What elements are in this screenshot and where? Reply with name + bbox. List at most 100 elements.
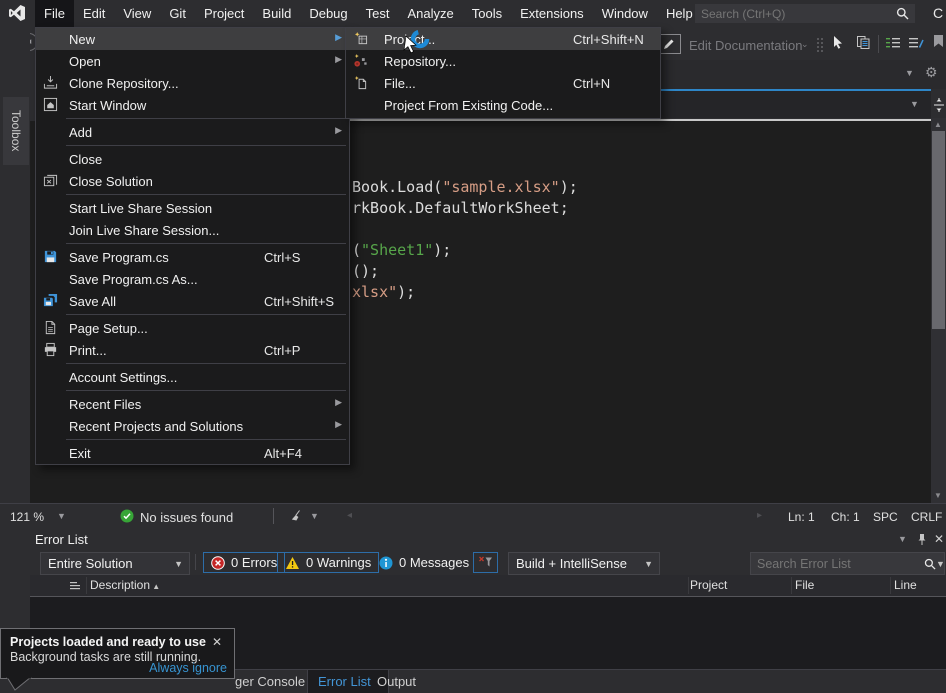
menu-item-shortcut: Ctrl+P [264, 343, 300, 358]
menu-item-add[interactable]: Add▶ [36, 121, 349, 143]
scroll-up-icon[interactable]: ▲ [934, 120, 942, 129]
severity-column-icon[interactable] [70, 579, 81, 597]
menu-item-new[interactable]: New▶ [36, 28, 349, 50]
comment-lines-icon[interactable] [909, 37, 924, 55]
menu-item-file[interactable]: File...Ctrl+N [346, 72, 660, 94]
menu-item-start-window[interactable]: Start Window [36, 94, 349, 116]
chevron-down-icon[interactable]: ▼ [910, 99, 919, 109]
menubar-item-edit[interactable]: Edit [74, 0, 114, 27]
menu-item-page-setup[interactable]: Page Setup... [36, 317, 349, 339]
errors-filter-button[interactable]: 0 Errors [203, 552, 285, 573]
close-notification-icon[interactable]: ✕ [212, 635, 222, 649]
menu-item-shortcut: Ctrl+Shift+N [573, 32, 644, 47]
selection-cursor-icon[interactable] [831, 35, 845, 54]
chevron-down-icon[interactable]: ▼ [936, 559, 946, 569]
gear-icon[interactable]: ⚙ [925, 64, 938, 81]
zoom-chevron-icon[interactable]: ▼ [57, 511, 66, 521]
menu-item-save-all[interactable]: Save AllCtrl+Shift+S [36, 290, 349, 312]
menubar-item-build[interactable]: Build [253, 0, 300, 27]
scope-dropdown[interactable]: Entire Solution▼ [40, 552, 190, 575]
menubar-item-git[interactable]: Git [160, 0, 195, 27]
column-header-file[interactable]: File [795, 578, 814, 592]
column-divider[interactable] [890, 577, 891, 594]
toolbar-grip[interactable] [816, 37, 824, 53]
bookmark-icon[interactable] [933, 34, 944, 53]
filter-button[interactable] [473, 552, 498, 573]
zoom-level-select[interactable]: 121 % [10, 510, 44, 524]
scroll-down-icon[interactable]: ▼ [934, 491, 942, 500]
menubar-item-project[interactable]: Project [195, 0, 253, 27]
panel-tab-output[interactable]: Output [367, 670, 438, 693]
next-issue-icon[interactable]: ▸ [757, 510, 762, 521]
code-token: "Sheet1" [361, 241, 433, 259]
menu-item-project-from-existing-code[interactable]: Project From Existing Code... [346, 94, 660, 116]
editor-scrollbar[interactable]: ▲ ▼ [931, 118, 946, 503]
search-input[interactable] [695, 7, 896, 21]
column-header-line[interactable]: Line [894, 578, 917, 592]
code-token: (); [352, 262, 379, 280]
vs-window: FileEditViewGitProjectBuildDebugTestAnal… [0, 0, 946, 693]
split-editor-button[interactable] [931, 91, 946, 118]
search-icon[interactable] [896, 7, 915, 20]
code-cleanup-broom-icon[interactable] [289, 509, 304, 527]
menubar-item-extensions[interactable]: Extensions [511, 0, 593, 27]
toolbar-overflow-icon[interactable]: ⌄ [801, 39, 809, 50]
source-dropdown[interactable]: Build + IntelliSense▼ [508, 552, 660, 575]
menubar-item-analyze[interactable]: Analyze [398, 0, 462, 27]
format-document-icon[interactable] [886, 37, 901, 55]
prev-issue-icon[interactable]: ◂ [347, 510, 352, 521]
menu-item-print[interactable]: Print...Ctrl+P [36, 339, 349, 361]
column-divider[interactable] [86, 577, 87, 594]
menu-item-start-live-share-session[interactable]: Start Live Share Session [36, 197, 349, 219]
menu-item-close-solution[interactable]: Close Solution [36, 170, 349, 192]
pin-icon[interactable] [916, 533, 928, 551]
menu-item-recent-projects-and-solutions[interactable]: Recent Projects and Solutions ▶ [36, 415, 349, 437]
save-icon [43, 249, 59, 265]
menubar-item-window[interactable]: Window [593, 0, 657, 27]
column-header-project[interactable]: Project [690, 578, 727, 592]
menu-item-open[interactable]: Open▶ [36, 50, 349, 72]
menubar-item-test[interactable]: Test [357, 0, 399, 27]
cleanup-chevron-icon[interactable]: ▼ [310, 511, 319, 521]
menubar-item-debug[interactable]: Debug [300, 0, 356, 27]
menu-item-label: Start Live Share Session [69, 201, 212, 216]
menu-item-join-live-share-session[interactable]: Join Live Share Session... [36, 219, 349, 241]
column-divider[interactable] [688, 577, 689, 594]
menu-item-recent-files[interactable]: Recent Files▶ [36, 393, 349, 415]
menu-item-save-program-cs[interactable]: Save Program.csCtrl+S [36, 246, 349, 268]
chevron-down-icon[interactable]: ▼ [905, 68, 914, 78]
menu-item-save-program-cs-as[interactable]: Save Program.cs As... [36, 268, 349, 290]
menu-item-repository[interactable]: Repository... [346, 50, 660, 72]
warnings-count-label: 0 Warnings [306, 555, 371, 570]
error-search-input[interactable] [751, 557, 924, 571]
error-list-search[interactable]: ▼ [750, 552, 945, 575]
menu-item-exit[interactable]: ExitAlt+F4 [36, 442, 349, 464]
copy-structure-icon[interactable] [856, 35, 870, 54]
menu-item-close[interactable]: Close [36, 148, 349, 170]
menubar-item-tools[interactable]: Tools [463, 0, 511, 27]
close-panel-icon[interactable]: ✕ [934, 532, 944, 546]
account-label[interactable]: C [933, 5, 943, 21]
column-header-description[interactable]: Description ▲ [90, 578, 160, 592]
health-check-icon[interactable] [120, 509, 134, 526]
toolbox-tab[interactable]: Toolbox [3, 97, 29, 165]
warnings-filter-button[interactable]: 0 Warnings [277, 552, 379, 573]
repository-icon [353, 53, 369, 69]
quick-search[interactable] [695, 4, 915, 23]
code-token: ); [560, 178, 578, 196]
menubar-item-file[interactable]: File [35, 0, 74, 27]
menu-item-account-settings[interactable]: Account Settings... [36, 366, 349, 388]
search-icon[interactable] [924, 558, 936, 570]
panel-title: Error List [35, 532, 88, 547]
menu-item-project[interactable]: Project...Ctrl+Shift+N [346, 28, 660, 50]
always-ignore-link[interactable]: Always ignore [149, 661, 227, 675]
health-status-label[interactable]: No issues found [140, 510, 233, 525]
messages-filter-button[interactable]: 0 Messages [372, 552, 476, 573]
menu-item-clone-repository[interactable]: Clone Repository... [36, 72, 349, 94]
menubar-item-view[interactable]: View [114, 0, 160, 27]
column-divider[interactable] [791, 577, 792, 594]
submenu-arrow-icon: ▶ [335, 419, 342, 430]
scrollbar-thumb[interactable] [932, 131, 945, 329]
panel-menu-chevron-icon[interactable]: ▼ [898, 534, 907, 544]
menu-item-label: Recent Projects and Solutions [69, 419, 243, 434]
